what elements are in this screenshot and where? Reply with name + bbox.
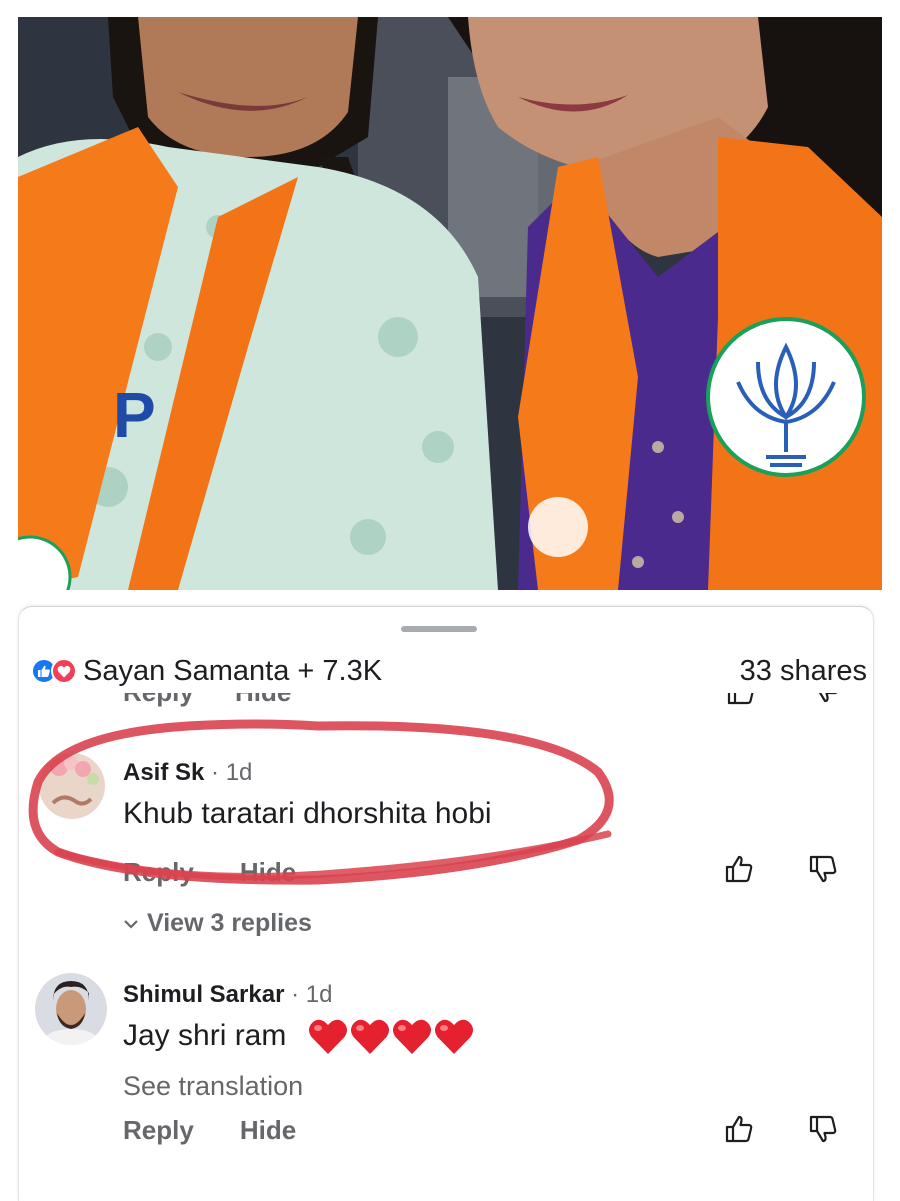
chevron-down-icon bbox=[124, 919, 138, 929]
commenter-name-text[interactable]: Asif Sk bbox=[123, 759, 204, 786]
comment-actions: Reply Hide bbox=[123, 857, 296, 888]
dislike-outline-icon[interactable] bbox=[807, 1113, 839, 1145]
comment-item: Asif Sk · 1d Khub taratari dhorshita hob… bbox=[19, 745, 873, 955]
view-replies-text[interactable]: View 3 replies bbox=[147, 909, 312, 938]
previous-reply-link[interactable]: Reply bbox=[123, 693, 194, 707]
comment-item: Shimul Sarkar · 1d Jay shri ram ❤❤❤❤ See… bbox=[19, 967, 873, 1197]
commenter-name-text[interactable]: Shimul Sarkar bbox=[123, 981, 284, 1008]
dislike-outline-icon[interactable] bbox=[807, 853, 839, 885]
heart-icon bbox=[308, 1019, 347, 1054]
previous-comment-actions: Reply Hide bbox=[19, 693, 873, 707]
comments-sheet: Sayan Samanta + 7.3K 33 shares Reply Hid… bbox=[18, 606, 874, 1201]
hearts-emoji: ❤❤❤❤ bbox=[307, 1017, 475, 1057]
drag-handle[interactable] bbox=[401, 626, 477, 632]
like-outline-icon[interactable] bbox=[723, 1113, 755, 1145]
like-outline-icon[interactable] bbox=[723, 853, 755, 885]
heart-icon bbox=[434, 1019, 473, 1054]
avatar[interactable] bbox=[35, 973, 107, 1045]
see-translation-link[interactable]: See translation bbox=[123, 1071, 303, 1102]
commenter-name[interactable]: Asif Sk · 1d bbox=[123, 759, 252, 787]
reactors-text[interactable]: Sayan Samanta + 7.3K bbox=[83, 655, 382, 688]
comment-text-content: Jay shri ram bbox=[123, 1018, 287, 1052]
avatar[interactable] bbox=[39, 753, 105, 819]
comment-actions: Reply Hide bbox=[123, 1115, 296, 1146]
comment-text: Khub taratari dhorshita hobi bbox=[123, 797, 492, 830]
post-photo[interactable]: P bbox=[18, 17, 882, 590]
shares-count[interactable]: 33 shares bbox=[740, 655, 867, 688]
like-outline-icon[interactable] bbox=[725, 693, 757, 707]
reaction-icons bbox=[31, 658, 77, 684]
view-replies-link[interactable]: View 3 replies bbox=[123, 909, 312, 938]
reply-link[interactable]: Reply bbox=[123, 857, 194, 888]
comment-votes bbox=[723, 853, 839, 885]
previous-hide-link[interactable]: Hide bbox=[235, 693, 291, 707]
hide-link[interactable]: Hide bbox=[240, 1115, 296, 1146]
comment-text: Jay shri ram ❤❤❤❤ bbox=[123, 1017, 475, 1057]
hide-link[interactable]: Hide bbox=[240, 857, 296, 888]
reaction-summary[interactable]: Sayan Samanta + 7.3K 33 shares bbox=[31, 651, 867, 691]
dislike-outline-icon[interactable] bbox=[809, 693, 841, 705]
love-icon bbox=[51, 658, 77, 684]
svg-text:P: P bbox=[113, 379, 156, 451]
heart-icon bbox=[392, 1019, 431, 1054]
reply-link[interactable]: Reply bbox=[123, 1115, 194, 1146]
commenter-name[interactable]: Shimul Sarkar · 1d bbox=[123, 981, 332, 1009]
comment-time: · 1d bbox=[291, 981, 333, 1008]
comment-votes bbox=[723, 1113, 839, 1145]
heart-icon bbox=[350, 1019, 389, 1054]
comment-time: · 1d bbox=[211, 759, 253, 786]
